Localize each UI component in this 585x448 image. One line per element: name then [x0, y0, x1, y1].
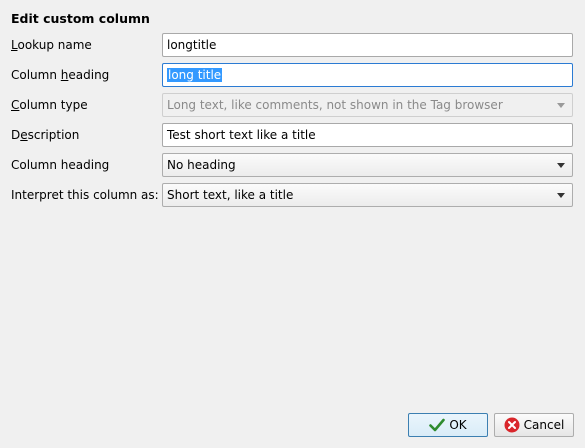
- ok-button[interactable]: OK: [408, 413, 488, 437]
- cancel-circle-icon: [504, 417, 520, 433]
- ok-button-label: OK: [449, 418, 467, 432]
- cancel-button-label: Cancel: [523, 418, 565, 432]
- description-input[interactable]: Test short text like a title: [162, 123, 573, 147]
- interpret-as-label: Interpret this column as:: [11, 188, 159, 202]
- column-heading-position-select[interactable]: No heading: [162, 153, 573, 177]
- description-label: Description: [11, 128, 80, 142]
- lookup-name-label: Lookup name: [11, 38, 92, 52]
- chevron-down-icon: [557, 163, 565, 168]
- column-heading-position-value: No heading: [167, 158, 236, 172]
- column-type-value: Long text, like comments, not shown in t…: [167, 98, 503, 112]
- checkmark-icon: [429, 418, 446, 432]
- column-type-select: Long text, like comments, not shown in t…: [162, 93, 573, 117]
- interpret-as-value: Short text, like a title: [167, 188, 294, 202]
- lookup-name-input[interactable]: longtitle: [162, 33, 573, 57]
- column-type-label: Column type: [11, 98, 88, 112]
- column-heading-position-label: Column heading: [11, 158, 110, 172]
- chevron-down-icon: [557, 193, 565, 198]
- lookup-name-value: longtitle: [167, 38, 217, 52]
- dialog-title: Edit custom column: [11, 11, 150, 26]
- cancel-button[interactable]: Cancel: [494, 413, 574, 437]
- description-value: Test short text like a title: [167, 128, 316, 142]
- column-heading-selected-text: long title: [167, 68, 223, 82]
- chevron-down-icon: [557, 103, 565, 108]
- column-heading-label: Column heading: [11, 68, 110, 82]
- column-heading-input[interactable]: long title: [162, 63, 573, 87]
- lookup-name-label-rest: ookup name: [17, 38, 92, 52]
- interpret-as-select[interactable]: Short text, like a title: [162, 183, 573, 207]
